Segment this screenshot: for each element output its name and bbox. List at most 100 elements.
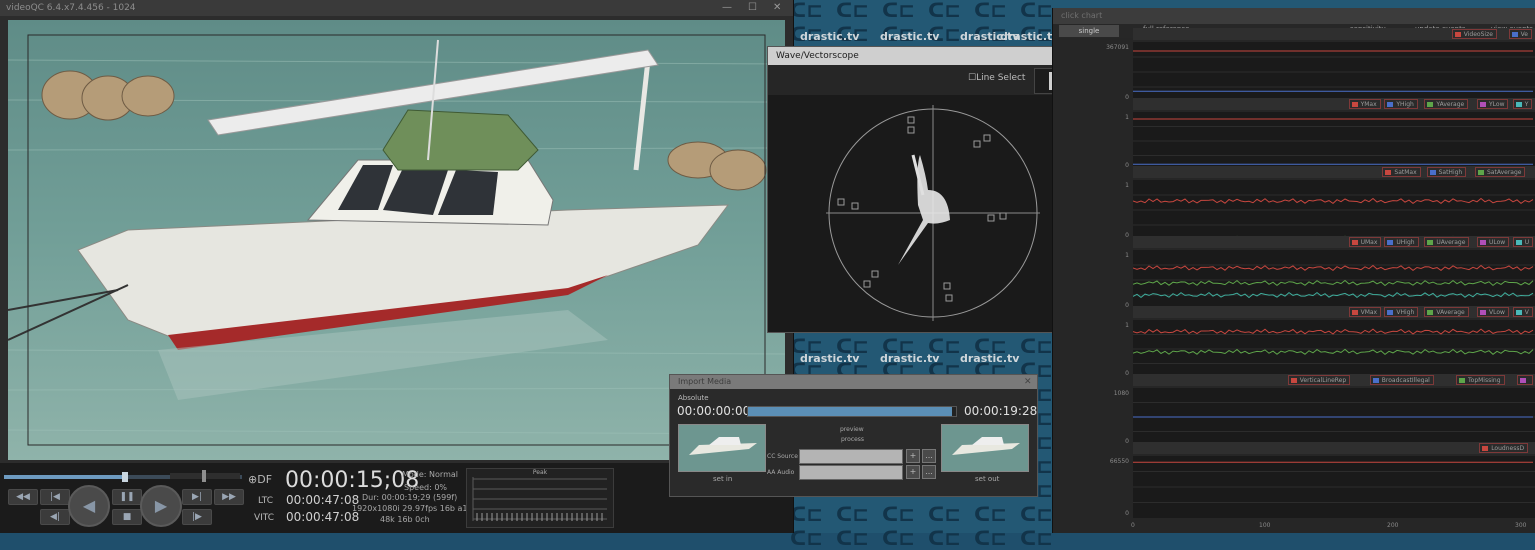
legend-chip[interactable]: Y xyxy=(1512,99,1533,109)
tab-single[interactable]: single xyxy=(1059,25,1119,37)
legend-label: VAverage xyxy=(1436,309,1465,316)
import-progress-bar[interactable] xyxy=(747,406,957,417)
legend-chip[interactable]: LoudnessD xyxy=(1479,443,1529,453)
legend-chip[interactable]: YLow xyxy=(1477,99,1509,109)
legend-chip[interactable]: UHigh xyxy=(1384,237,1419,247)
legend-chip[interactable]: Ve xyxy=(1508,29,1532,39)
chart-plot-area[interactable] xyxy=(1132,180,1535,242)
cc-add-button[interactable]: + xyxy=(906,449,920,463)
legend-label: VMax xyxy=(1360,309,1378,316)
legend-chip[interactable]: ULow xyxy=(1477,237,1510,247)
y-axis-min-label: 0 xyxy=(1125,94,1129,101)
legend-chip[interactable]: UMax xyxy=(1348,237,1382,247)
legend-row xyxy=(1133,442,1535,454)
play-reverse-button[interactable]: ◀ xyxy=(68,485,110,527)
minimize-icon[interactable]: — xyxy=(722,0,732,16)
legend-chip[interactable]: SatAverage xyxy=(1475,167,1526,177)
legend-chip[interactable]: VLow xyxy=(1477,307,1509,317)
legend-chip[interactable]: U xyxy=(1512,237,1534,247)
process-label: process xyxy=(841,436,865,443)
audio-source-label: AA Audio xyxy=(767,469,795,476)
maximize-icon[interactable]: ☐ xyxy=(748,0,757,16)
legend-swatch xyxy=(1480,102,1486,107)
stop-button[interactable]: ■ xyxy=(112,509,142,525)
brand-url-text: drastic.tv xyxy=(960,352,1020,365)
ltc-timecode: 00:00:47:08 xyxy=(286,493,360,507)
chart-plot-area[interactable] xyxy=(1132,320,1535,378)
close-icon[interactable]: ✕ xyxy=(1024,375,1032,389)
go-to-start-button[interactable]: |◀ xyxy=(40,489,70,505)
set-out-label[interactable]: set out xyxy=(975,475,999,483)
legend-chip[interactable] xyxy=(1517,375,1533,385)
df-toggle[interactable]: ⊕DF xyxy=(248,473,272,486)
video-window-titlebar[interactable]: videoQC 6.4.x7.4.456 - 1024 — ☐ ✕ xyxy=(0,0,793,16)
fast-forward-button[interactable]: ▶▶ xyxy=(214,489,244,505)
step-back-button[interactable]: ◀| xyxy=(40,509,70,525)
chart-plot-area[interactable] xyxy=(1132,250,1535,310)
legend-chip[interactable]: YAverage xyxy=(1424,99,1469,109)
chart-plot-area[interactable] xyxy=(1133,42,1535,102)
legend-chip[interactable]: VMax xyxy=(1348,307,1382,317)
legend-chip[interactable]: TopMissing xyxy=(1456,375,1505,385)
out-thumbnail[interactable] xyxy=(941,424,1029,472)
chart-trace xyxy=(1132,264,1534,272)
audio-source-field[interactable] xyxy=(799,465,903,480)
import-media-titlebar[interactable]: Import Media ✕ xyxy=(670,375,1037,389)
vitc-label: VITC xyxy=(254,513,275,523)
legend-chip[interactable]: VerticalLineRep xyxy=(1287,375,1351,385)
y-axis-min-label: 0 xyxy=(1125,302,1129,309)
chart-plot-area[interactable] xyxy=(1133,388,1535,446)
close-icon[interactable]: ✕ xyxy=(773,0,781,16)
audio-format-text: 48k 16b 0ch xyxy=(380,515,430,524)
legend-chip[interactable]: BroadcastIllegal xyxy=(1369,375,1434,385)
cc-browse-button[interactable]: ... xyxy=(922,449,936,463)
legend-chip[interactable]: VideoSize xyxy=(1451,29,1497,39)
legend-swatch xyxy=(1515,240,1522,245)
legend-chip[interactable]: YHigh xyxy=(1384,99,1418,109)
legend-chip[interactable]: UAverage xyxy=(1424,237,1470,247)
checkbox-icon: ☐ xyxy=(968,73,977,83)
y-axis-min-label: 0 xyxy=(1125,232,1129,239)
drastic-logo-tile: ᑕ⊏ xyxy=(974,526,1008,550)
drastic-logo-tile: ᑕ⊏ xyxy=(974,0,1008,22)
legend-chip[interactable]: SatMax xyxy=(1382,167,1421,177)
legend-label: ULow xyxy=(1489,239,1506,246)
legend-label: U xyxy=(1524,239,1530,246)
legend-label: VHigh xyxy=(1396,309,1415,316)
legend-label: YHigh xyxy=(1396,101,1414,108)
step-forward-button[interactable]: |▶ xyxy=(182,509,212,525)
pause-button[interactable]: ❚❚ xyxy=(112,489,142,505)
legend-label: UMax xyxy=(1360,239,1378,246)
go-to-end-button[interactable]: ▶| xyxy=(182,489,212,505)
in-thumbnail[interactable] xyxy=(678,424,766,472)
legend-chip[interactable]: YMax xyxy=(1348,99,1381,109)
legend-chip[interactable]: SatHigh xyxy=(1426,167,1467,177)
shuttle-slider[interactable] xyxy=(170,470,240,482)
legend-swatch xyxy=(1387,102,1394,107)
legend-chip[interactable]: VAverage xyxy=(1424,307,1469,317)
vectorscope-titlebar[interactable]: Wave/Vectorscope ☐ ✕ xyxy=(768,47,1098,65)
audio-add-button[interactable]: + xyxy=(906,465,920,479)
import-media-dialog: Import Media ✕ Absolute 00:00:00:00 00:0… xyxy=(669,374,1038,497)
legend-label: SatAverage xyxy=(1487,169,1522,176)
chart-titlebar[interactable]: click chart xyxy=(1053,8,1535,24)
fast-rewind-button[interactable]: ◀◀ xyxy=(8,489,38,505)
cc-source-field[interactable] xyxy=(799,449,903,464)
set-in-label[interactable]: set in xyxy=(713,475,732,483)
legend-label: UHigh xyxy=(1396,239,1415,246)
play-button[interactable]: ▶ xyxy=(140,485,182,527)
audio-browse-button[interactable]: ... xyxy=(922,465,936,479)
mode-text: Mode: Normal xyxy=(402,470,458,479)
legend-label: Y xyxy=(1524,101,1529,108)
chart-plot-area[interactable] xyxy=(1133,112,1535,170)
chart-trace xyxy=(1132,348,1534,356)
chart-plot-area[interactable] xyxy=(1133,456,1535,518)
line-select-checkbox[interactable]: ☐Line Select xyxy=(968,73,1025,83)
vectorscope-title: Wave/Vectorscope xyxy=(776,51,859,61)
legend-chip[interactable]: V xyxy=(1512,307,1533,317)
legend-swatch xyxy=(1429,170,1436,175)
drastic-logo-tile: ᑕ⊏ xyxy=(928,502,962,526)
legend-chip[interactable]: VHigh xyxy=(1384,307,1419,317)
legend-row xyxy=(1133,98,1535,110)
x-axis-tick-label: 0 xyxy=(1131,522,1135,529)
